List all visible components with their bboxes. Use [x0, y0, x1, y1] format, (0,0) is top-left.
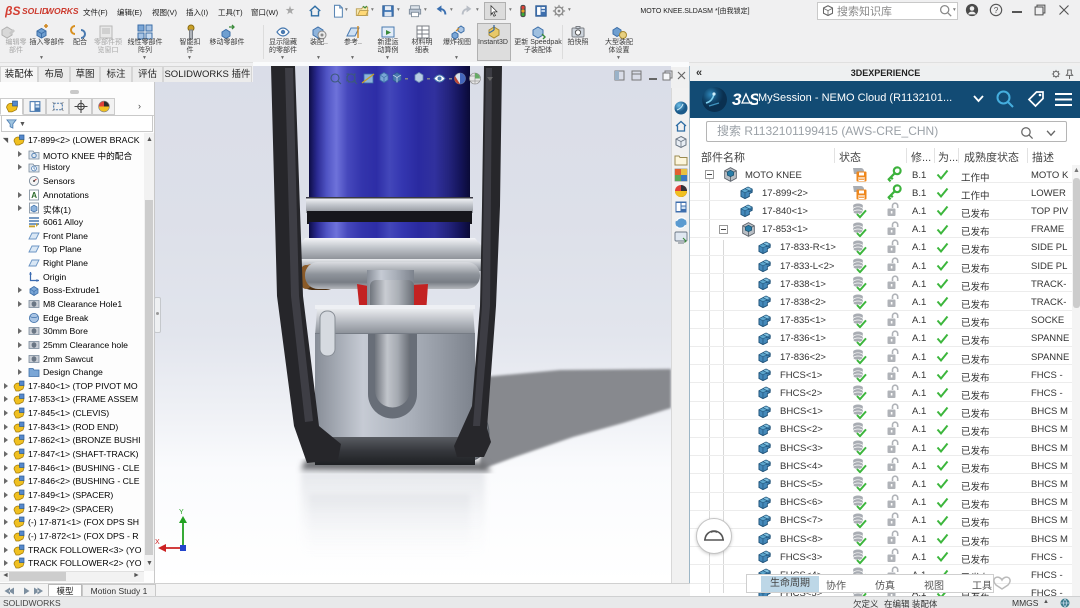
svg-text:A: A [31, 191, 37, 200]
svg-text:βS: βS [5, 4, 20, 18]
svg-text:X: X [155, 539, 160, 546]
svg-text:S: S [749, 90, 758, 109]
svg-text:SOLID: SOLID [22, 6, 48, 16]
svg-text:Y: Y [179, 509, 184, 516]
svg-text:WORKS: WORKS [46, 6, 79, 16]
svg-text:?: ? [994, 5, 999, 15]
svg-text:3: 3 [732, 90, 742, 109]
